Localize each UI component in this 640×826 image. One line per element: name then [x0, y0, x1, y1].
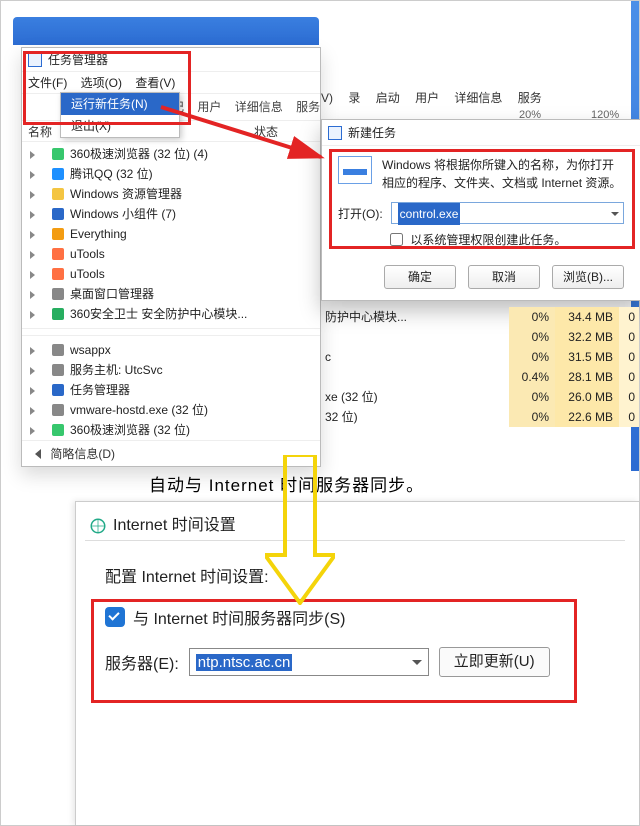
proc-row[interactable]: 桌面窗口管理器	[22, 284, 320, 304]
proc-row[interactable]: 服务主机: UtcSvc	[22, 360, 320, 380]
update-now-button[interactable]: 立即更新(U)	[439, 647, 550, 677]
tab-services2[interactable]: 服务	[518, 91, 542, 105]
open-label: 打开(O):	[338, 205, 383, 222]
table-row[interactable]: 32 位)0%22.6 MB0	[321, 407, 639, 427]
proc-row[interactable]: 360极速浏览器 (32 位)	[22, 420, 320, 440]
window-title: 任务管理器	[48, 53, 108, 67]
app-icon	[52, 208, 64, 220]
app-icon	[52, 228, 64, 240]
proc-row[interactable]: 任务管理器	[22, 380, 320, 400]
app-icon	[52, 288, 64, 300]
globe-clock-icon	[89, 517, 107, 535]
window-title-bar[interactable]: 任务管理器	[22, 48, 320, 72]
menu-options[interactable]: 选项(O)	[81, 76, 122, 90]
open-value: control.exe	[398, 203, 461, 225]
metrics-table: 防护中心模块...0%34.4 MB0 0%32.2 MB0 c0%31.5 M…	[321, 307, 639, 427]
tab-details2[interactable]: 详细信息	[454, 91, 502, 105]
app-icon	[52, 308, 64, 320]
app-icon	[52, 268, 64, 280]
table-row[interactable]: 0.4%28.1 MB0	[321, 367, 639, 387]
menu-bar[interactable]: 文件(F) 选项(O) 查看(V)	[22, 72, 320, 94]
menu-file[interactable]: 文件(F)	[28, 76, 67, 90]
ok-button[interactable]: 确定	[384, 265, 456, 289]
run-icon	[338, 156, 372, 184]
dialog-title-bar[interactable]: 新建任务	[322, 120, 640, 146]
server-combobox[interactable]: ntp.ntsc.ac.cn	[189, 648, 429, 676]
process-list[interactable]: 360极速浏览器 (32 位) (4) 腾讯QQ (32 位) Windows …	[22, 142, 320, 442]
table-row[interactable]: 防护中心模块...0%34.4 MB0	[321, 307, 639, 327]
configure-label: 配置 Internet 时间设置:	[105, 563, 605, 587]
app-icon	[52, 384, 64, 396]
run-new-task-dialog: 新建任务 Windows 将根据你所键入的名称，为你打开相应的程序、文件夹、文档…	[321, 119, 640, 301]
tab-history[interactable]: 录	[348, 91, 360, 105]
app-icon	[52, 364, 64, 376]
annotation-arrow-yellow	[265, 455, 335, 605]
window-chrome-decor	[13, 17, 319, 45]
proc-row[interactable]: Everything	[22, 224, 320, 244]
table-row[interactable]: c0%31.5 MB0	[321, 347, 639, 367]
cancel-button[interactable]: 取消	[468, 265, 540, 289]
section-separator	[22, 328, 320, 336]
tab-startup[interactable]: 启动	[376, 91, 400, 105]
table-row[interactable]: 0%32.2 MB0	[321, 327, 639, 347]
sync-checkbox[interactable]	[105, 607, 125, 627]
server-value: ntp.ntsc.ac.cn	[196, 654, 293, 671]
table-row[interactable]: xe (32 位)0%26.0 MB0	[321, 387, 639, 407]
proc-row[interactable]: vmware-hostd.exe (32 位)	[22, 400, 320, 420]
sync-label: 与 Internet 时间服务器同步(S)	[133, 605, 345, 629]
tab-users2[interactable]: 用户	[415, 91, 439, 105]
dialog-title: 新建任务	[348, 126, 396, 140]
app-icon	[52, 148, 64, 160]
internet-time-dialog: Internet 时间设置 配置 Internet 时间设置: 与 Intern…	[85, 511, 625, 699]
app-icon	[52, 248, 64, 260]
browse-button[interactable]: 浏览(B)...	[552, 265, 624, 289]
app-icon	[52, 168, 64, 180]
proc-row[interactable]: uTools	[22, 264, 320, 284]
app-icon	[52, 188, 64, 200]
menu-view[interactable]: 查看(V)	[135, 76, 175, 90]
app-icon	[52, 344, 64, 356]
app-icon	[52, 404, 64, 416]
server-label: 服务器(E):	[105, 650, 179, 674]
annotation-arrow-red	[101, 97, 331, 177]
proc-row[interactable]: Windows 小组件 (7)	[22, 204, 320, 224]
admin-checkbox[interactable]	[390, 233, 403, 246]
open-combobox[interactable]: control.exe	[391, 202, 624, 224]
proc-row[interactable]: wsappx	[22, 340, 320, 360]
admin-label: 以系统管理权限创建此任务。	[410, 233, 566, 247]
app-icon	[52, 424, 64, 436]
proc-row[interactable]: uTools	[22, 244, 320, 264]
dialog2-title-bar[interactable]: Internet 时间设置	[85, 511, 625, 541]
proc-row[interactable]: Windows 资源管理器	[22, 184, 320, 204]
right-tabrow: V) 录 启动 用户 详细信息 服务	[321, 89, 554, 106]
taskmgr-icon	[28, 53, 42, 67]
dialog-description: Windows 将根据你所键入的名称，为你打开相应的程序、文件夹、文档或 Int…	[338, 156, 624, 192]
proc-row[interactable]: 360安全卫士 安全防护中心模块...	[22, 304, 320, 324]
